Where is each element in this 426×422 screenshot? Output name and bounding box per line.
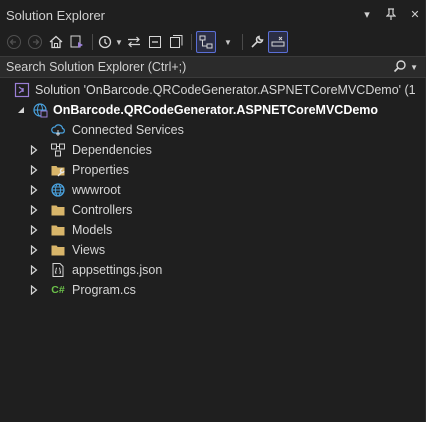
collapse-all-button[interactable] bbox=[145, 31, 165, 53]
forward-arrow-icon bbox=[27, 34, 43, 50]
tree-item-wwwroot[interactable]: wwwroot bbox=[0, 180, 426, 200]
solution-tree: Solution 'OnBarcode.QRCodeGenerator.ASPN… bbox=[0, 80, 426, 300]
window-position-dropdown-icon[interactable]: ▾ bbox=[360, 7, 374, 21]
preview-selected-items-icon bbox=[270, 34, 286, 50]
collapse-all-icon bbox=[147, 34, 163, 50]
sync-with-active-document-button[interactable] bbox=[124, 31, 144, 53]
tree-item-label: Properties bbox=[72, 163, 129, 177]
tree-item-label: OnBarcode.QRCodeGenerator.ASPNETCoreMVCD… bbox=[53, 103, 379, 117]
tree-item-connected-services[interactable]: Connected Services bbox=[0, 120, 426, 140]
collapsed-arrow-icon[interactable] bbox=[29, 245, 39, 255]
tree-item-label: Dependencies bbox=[72, 143, 152, 157]
switch-views-button[interactable] bbox=[67, 31, 87, 53]
connected-services-icon bbox=[50, 122, 66, 138]
toolbar-separator bbox=[190, 34, 192, 50]
collapsed-arrow-icon[interactable] bbox=[29, 265, 39, 275]
tree-item-program-cs[interactable]: C# Program.cs bbox=[0, 280, 426, 300]
show-all-files-button[interactable] bbox=[166, 31, 186, 53]
tree-item-controllers[interactable]: Controllers bbox=[0, 200, 426, 220]
home-icon bbox=[48, 34, 64, 50]
search-icon bbox=[393, 59, 407, 75]
tree-item-label: Views bbox=[72, 243, 106, 257]
view-options-dropdown[interactable]: ▼ bbox=[217, 31, 237, 53]
tree-item-dependencies[interactable]: Dependencies bbox=[0, 140, 426, 160]
title-bar: Solution Explorer ▾ ✕ bbox=[0, 0, 426, 30]
preview-selected-items-button[interactable] bbox=[267, 31, 288, 53]
collapsed-arrow-icon[interactable] bbox=[29, 225, 39, 235]
toolbar-separator bbox=[241, 34, 243, 50]
search-options[interactable]: ▼ bbox=[393, 59, 426, 75]
pending-changes-filter-button[interactable]: ▼ bbox=[97, 31, 123, 53]
tree-item-label: Models bbox=[72, 223, 113, 237]
tree-item-solution[interactable]: Solution 'OnBarcode.QRCodeGenerator.ASPN… bbox=[0, 80, 426, 100]
tree-item-label: Solution 'OnBarcode.QRCodeGenerator.ASPN… bbox=[35, 83, 416, 97]
json-file-icon bbox=[50, 262, 66, 278]
properties-wrench-icon bbox=[249, 34, 265, 50]
back-arrow-icon bbox=[6, 34, 22, 50]
search-bar: ▼ bbox=[0, 56, 426, 78]
forward-button[interactable] bbox=[25, 31, 45, 53]
tree-item-appsettings[interactable]: appsettings.json bbox=[0, 260, 426, 280]
properties-button[interactable] bbox=[247, 31, 267, 53]
switch-views-icon bbox=[69, 34, 85, 50]
csharp-file-icon: C# bbox=[51, 284, 65, 296]
globe-icon bbox=[50, 182, 66, 198]
panel-title: Solution Explorer bbox=[6, 7, 105, 23]
collapsed-arrow-icon[interactable] bbox=[29, 165, 39, 175]
back-button[interactable] bbox=[4, 31, 24, 53]
collapsed-arrow-icon[interactable] bbox=[29, 205, 39, 215]
chevron-down-icon: ▼ bbox=[410, 62, 418, 72]
tree-item-label: wwwroot bbox=[72, 183, 121, 197]
view-class-diagram-icon bbox=[198, 34, 214, 50]
collapsed-arrow-icon[interactable] bbox=[29, 285, 39, 295]
tree-item-properties[interactable]: Properties bbox=[0, 160, 426, 180]
chevron-down-icon: ▼ bbox=[223, 37, 232, 47]
tree-item-project[interactable]: OnBarcode.QRCodeGenerator.ASPNETCoreMVCD… bbox=[0, 100, 426, 120]
window-controls: ▾ ✕ bbox=[360, 7, 422, 21]
sync-with-active-document-icon bbox=[126, 34, 142, 50]
solution-icon bbox=[14, 82, 30, 98]
chevron-down-icon: ▼ bbox=[115, 37, 123, 47]
folder-icon bbox=[50, 202, 66, 218]
properties-icon bbox=[50, 162, 66, 178]
tree-item-models[interactable]: Models bbox=[0, 220, 426, 240]
show-all-files-icon bbox=[168, 34, 184, 50]
collapsed-arrow-icon[interactable] bbox=[29, 185, 39, 195]
tree-item-label: Controllers bbox=[72, 203, 133, 217]
web-project-icon bbox=[32, 102, 48, 118]
toolbar-separator bbox=[92, 34, 93, 50]
tree-item-label: appsettings.json bbox=[72, 263, 163, 277]
tree-item-label: Program.cs bbox=[72, 283, 136, 297]
dependencies-icon bbox=[50, 142, 66, 158]
close-icon[interactable]: ✕ bbox=[408, 7, 422, 21]
tree-item-label: Connected Services bbox=[72, 123, 184, 137]
auto-hide-pin-icon[interactable] bbox=[384, 7, 398, 21]
search-input[interactable] bbox=[0, 59, 394, 75]
folder-icon bbox=[50, 242, 66, 258]
expanded-arrow-icon[interactable] bbox=[16, 105, 26, 115]
view-class-diagram-button[interactable] bbox=[195, 31, 216, 53]
solution-explorer-panel: Solution Explorer ▾ ✕ ▼ ▼ Search Solutio… bbox=[0, 0, 426, 422]
folder-icon bbox=[50, 222, 66, 238]
toolbar: ▼ ▼ bbox=[0, 30, 426, 54]
home-button[interactable] bbox=[46, 31, 66, 53]
collapsed-arrow-icon[interactable] bbox=[29, 145, 39, 155]
tree-item-views[interactable]: Views bbox=[0, 240, 426, 260]
pending-changes-filter-icon bbox=[97, 34, 113, 50]
